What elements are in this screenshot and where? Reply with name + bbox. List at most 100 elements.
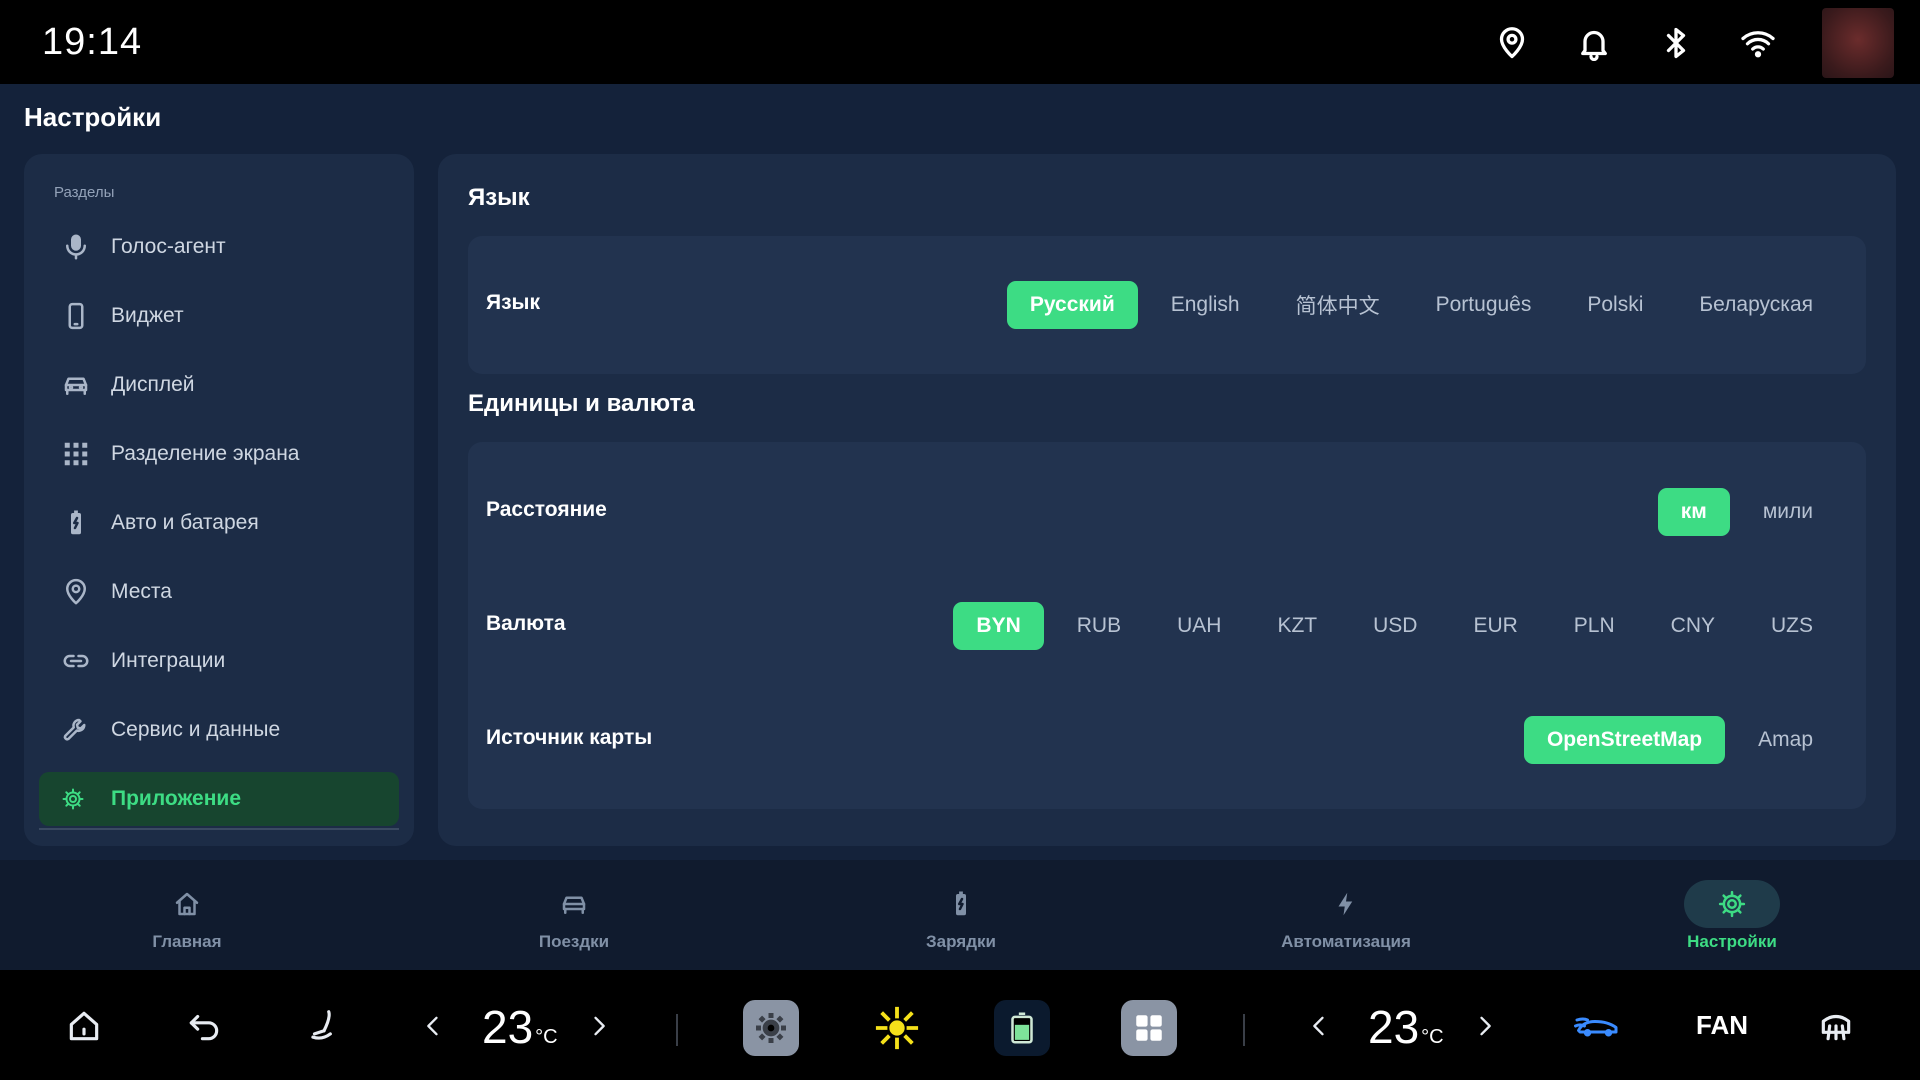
distance-label: Расстояние (486, 498, 607, 521)
battery-icon (71, 510, 81, 535)
dock-home-button[interactable] (62, 1000, 106, 1052)
right-temp-value: 23 (1368, 1001, 1420, 1053)
language-option-pl[interactable]: Polski (1564, 281, 1666, 329)
grid-icon (1136, 1015, 1162, 1041)
battery-icon (1011, 1012, 1033, 1044)
language-option-zh[interactable]: 简体中文 (1273, 281, 1403, 329)
chevron-left-icon (427, 1016, 438, 1036)
left-temp-value: 23 (482, 1001, 534, 1053)
mic-icon (66, 234, 86, 260)
dock-back-button[interactable] (182, 1000, 226, 1052)
tab-settings[interactable]: Настройки (1632, 880, 1832, 960)
sun-burst-icon (875, 1006, 919, 1050)
currency-option-uah[interactable]: UAH (1154, 602, 1244, 650)
bottom-nav: Главная Поездки Зарядки Автоматизация На… (0, 860, 1920, 970)
currency-option-uzs[interactable]: UZS (1748, 602, 1836, 650)
bell-icon[interactable] (1576, 25, 1612, 61)
car-airflow-icon (1574, 1017, 1618, 1037)
sidebar: Разделы Голос-агент Виджет Дисплей Разде… (24, 154, 414, 846)
dock-separator (1243, 1014, 1245, 1046)
right-temp-increase-button[interactable] (1470, 1000, 1500, 1052)
clock: 19:14 (42, 20, 143, 63)
map-source-option-amap[interactable]: Amap (1735, 716, 1836, 764)
wifi-icon[interactable] (1740, 25, 1776, 61)
system-dock: 23 °C 23 °C FAN (0, 970, 1920, 1080)
sidebar-item-places[interactable]: Места (39, 565, 399, 619)
status-bar: 19:14 (0, 0, 1920, 84)
left-temp-increase-button[interactable] (584, 1000, 614, 1052)
chevron-left-icon (1313, 1016, 1324, 1036)
section-title-language: Язык (468, 184, 530, 211)
avatar[interactable] (1822, 8, 1894, 78)
tab-label: Настройки (1687, 932, 1777, 951)
app-sun-tile[interactable] (869, 1000, 925, 1056)
right-temp-decrease-button[interactable] (1304, 1000, 1334, 1052)
climate-airflow-button[interactable] (1570, 1000, 1626, 1052)
app-settings-tile[interactable] (743, 1000, 799, 1056)
fan-button[interactable]: FAN (1696, 1010, 1748, 1041)
chevron-right-icon (1480, 1016, 1491, 1036)
tab-label: Главная (152, 932, 222, 951)
right-temp-unit: °C (1421, 1026, 1444, 1048)
left-temp-unit: °C (535, 1026, 558, 1048)
settings-app: Настройки Разделы Голос-агент Виджет Дис… (0, 84, 1920, 860)
bolt-icon (1338, 892, 1353, 916)
sidebar-item-integrations[interactable]: Интеграции (39, 634, 399, 688)
currency-label: Валюта (486, 612, 566, 635)
tab-label: Поездки (538, 932, 610, 951)
currency-option-cny[interactable]: CNY (1648, 602, 1738, 650)
sidebar-item-car-battery[interactable]: Авто и батарея (39, 496, 399, 550)
sidebar-item-label: Авто и батарея (111, 511, 259, 534)
currency-option-kzt[interactable]: KZT (1254, 602, 1340, 650)
defrost-button[interactable] (1814, 1000, 1858, 1052)
bluetooth-icon[interactable] (1658, 25, 1694, 61)
wrench-icon (63, 718, 86, 741)
tab-charging[interactable]: Зарядки (861, 880, 1061, 960)
currency-option-rub[interactable]: RUB (1054, 602, 1144, 650)
car-icon (562, 896, 586, 914)
chevron-right-icon (594, 1016, 605, 1036)
tab-icon-wrap (1684, 880, 1780, 928)
grid-icon (64, 442, 88, 466)
app-grid-tile[interactable] (1121, 1000, 1177, 1056)
gear-icon (1718, 890, 1746, 918)
currency-option-usd[interactable]: USD (1350, 602, 1440, 650)
location-pin-icon[interactable] (1494, 25, 1530, 61)
sidebar-item-voice-agent[interactable]: Голос-агент (39, 220, 399, 274)
tab-automation[interactable]: Автоматизация (1246, 880, 1446, 960)
link-icon (63, 654, 89, 668)
home-icon (175, 892, 199, 916)
gear-icon (756, 1013, 786, 1043)
app-battery-tile[interactable] (994, 1000, 1050, 1056)
currency-option-eur[interactable]: EUR (1450, 602, 1540, 650)
sidebar-item-split-screen[interactable]: Разделение экрана (39, 427, 399, 481)
right-temperature: 23 °C (1368, 1000, 1444, 1054)
tab-trips[interactable]: Поездки (474, 880, 674, 960)
tab-home[interactable]: Главная (87, 880, 287, 960)
distance-option-km[interactable]: км (1657, 488, 1730, 536)
sidebar-item-application[interactable]: Приложение (39, 772, 399, 826)
units-card: Расстояние км мили Валюта BYN RUB UAH KZ… (468, 442, 1866, 809)
language-option-be[interactable]: Беларуская (1676, 281, 1836, 329)
language-option-ru[interactable]: Русский (1006, 281, 1138, 329)
gear-icon (62, 788, 84, 810)
language-option-en[interactable]: English (1148, 281, 1263, 329)
sidebar-item-label: Разделение экрана (111, 442, 300, 465)
back-arrow-icon (189, 1014, 219, 1041)
currency-option-byn[interactable]: BYN (953, 602, 1044, 650)
dock-separator (676, 1014, 678, 1046)
sidebar-item-label: Места (111, 580, 172, 603)
sidebar-item-display[interactable]: Дисплей (39, 358, 399, 412)
map-source-option-osm[interactable]: OpenStreetMap (1523, 716, 1726, 764)
left-temp-decrease-button[interactable] (418, 1000, 448, 1052)
currency-option-pln[interactable]: PLN (1551, 602, 1638, 650)
sidebar-item-label: Голос-агент (111, 235, 226, 258)
sidebar-heading: Разделы (54, 184, 115, 201)
distance-option-miles[interactable]: мили (1740, 488, 1836, 536)
dock-seat-button[interactable] (302, 1000, 346, 1052)
language-option-pt[interactable]: Português (1413, 281, 1555, 329)
sidebar-item-service-data[interactable]: Сервис и данные (39, 703, 399, 757)
sidebar-item-widget[interactable]: Виджет (39, 289, 399, 343)
rear-defrost-icon (1821, 1014, 1851, 1041)
language-card: Язык Русский English 简体中文 Português Pols… (468, 236, 1866, 374)
